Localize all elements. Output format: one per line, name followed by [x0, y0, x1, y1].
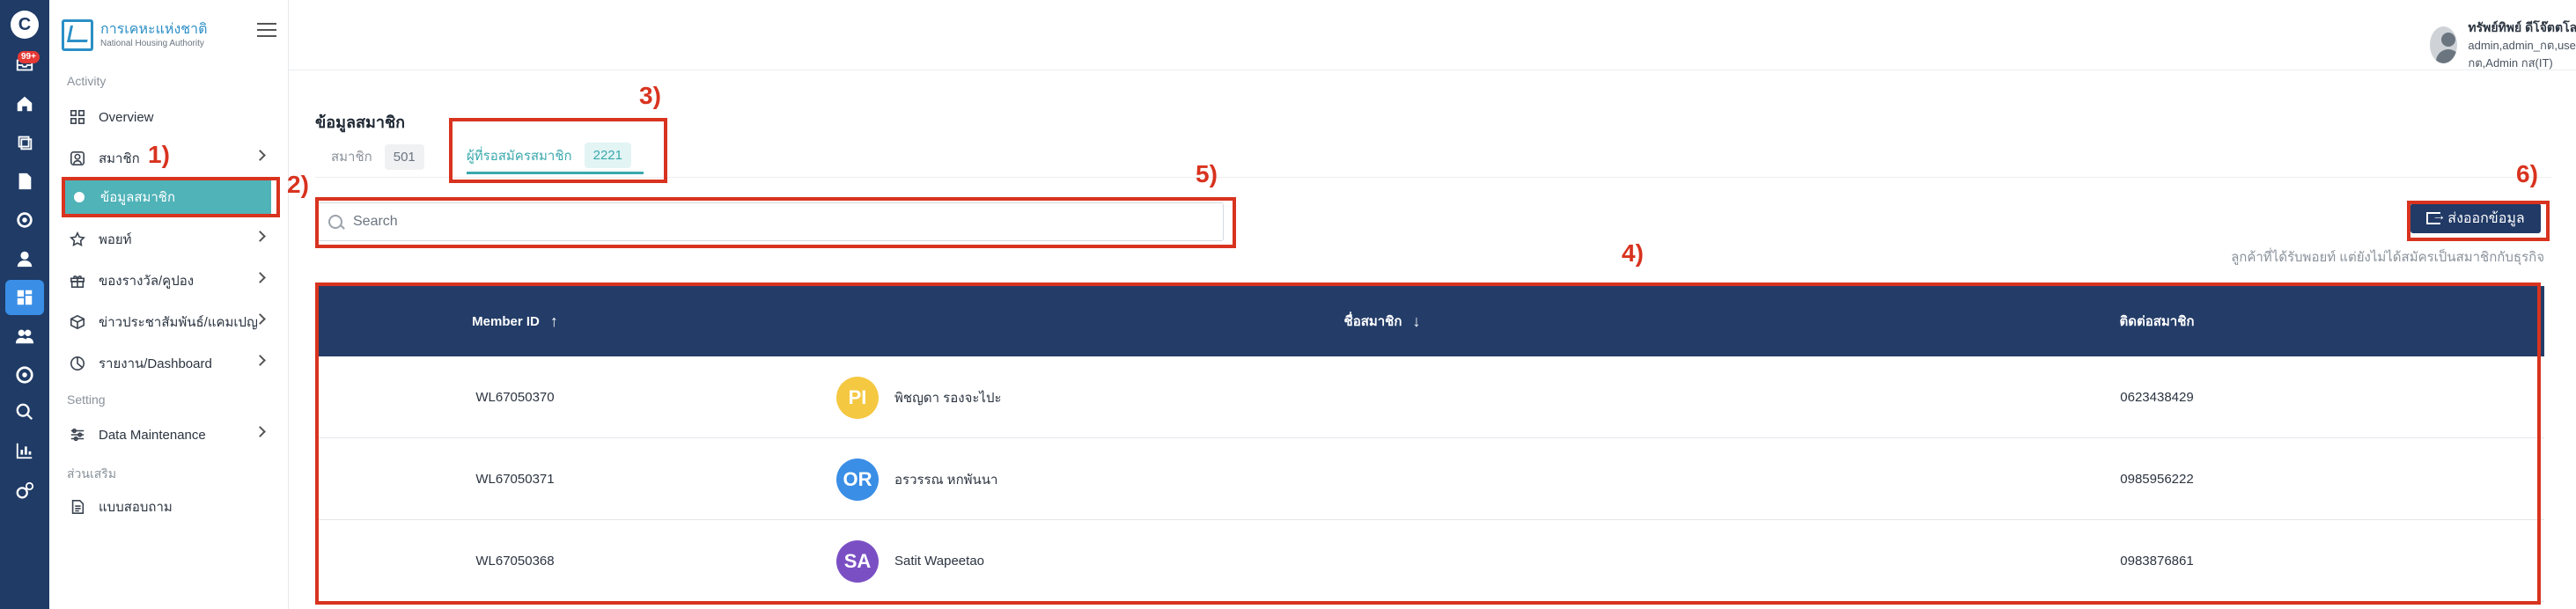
pie-chart-icon: [69, 355, 86, 372]
user-profile[interactable]: ทรัพย์ทิพย์ ดีโจ๊ตตโลก admin,admin_กต,us…: [2430, 18, 2576, 72]
section-activity: Activity: [67, 74, 107, 88]
section-setting: Setting: [67, 393, 106, 407]
section-extra: ส่วนเสริม: [67, 466, 117, 481]
chevron-right-icon: [254, 272, 266, 283]
annotation-box-5: [315, 197, 1236, 248]
page-title: ข้อมูลสมาชิก: [315, 114, 406, 131]
sidebar-item-label: Overview: [99, 109, 154, 125]
star-icon: [69, 231, 86, 248]
sidebar-item-label: พอยท์: [99, 232, 132, 247]
sidebar: การเคหะแห่งชาติ National Housing Authori…: [49, 0, 289, 609]
sidebar-item-news[interactable]: ข่าวประชาสัมพันธ์/แคมเปญ: [65, 304, 273, 340]
tab-count: 501: [384, 143, 424, 170]
annotation-number-4: 4): [1622, 239, 1644, 267]
user-name: ทรัพย์ทิพย์ ดีโจ๊ตตโลก: [2468, 20, 2576, 34]
chevron-right-icon: [254, 355, 266, 366]
nha-logo-icon: [62, 19, 93, 51]
member-card-icon: [69, 150, 86, 167]
sidebar-item-label: ของรางวัล/คูปอง: [99, 274, 195, 289]
sidebar-item-overview[interactable]: Overview: [65, 99, 273, 135]
icon-rail: C 99+: [0, 0, 49, 609]
sidebar-item-reports[interactable]: รายงาน/Dashboard: [65, 346, 273, 381]
grid-icon: [69, 108, 86, 126]
annotation-number-5: 5): [1196, 160, 1218, 187]
sidebar-item-survey[interactable]: แบบสอบถาม: [65, 489, 273, 525]
notification-badge: 99+: [18, 51, 40, 63]
gear-icon[interactable]: [12, 208, 37, 232]
sidebar-item-rewards[interactable]: ของรางวัล/คูปอง: [65, 263, 273, 298]
brand-logo[interactable]: การเคหะแห่งชาติ National Housing Authori…: [62, 19, 207, 51]
settings-icon[interactable]: [12, 363, 37, 387]
survey-document-icon: [69, 498, 86, 516]
tab-label: สมาชิก: [331, 150, 372, 165]
box-icon: [69, 313, 86, 331]
layers-icon[interactable]: [12, 130, 37, 155]
sidebar-item-label: รายงาน/Dashboard: [99, 356, 212, 371]
gift-icon: [69, 272, 86, 290]
chevron-right-icon: [254, 231, 266, 242]
user-icon[interactable]: [12, 246, 37, 271]
note-text: ลูกค้าที่ได้รับพอยท์ แต่ยังไม่ได้สมัครเป…: [2231, 250, 2544, 265]
top-bar: ทรัพย์ทิพย์ ดีโจ๊ตตโลก admin,admin_กต,us…: [289, 0, 2576, 70]
brand-name-th: การเคหะแห่งชาติ: [100, 21, 208, 37]
annotation-box-2: [62, 177, 280, 217]
sliders-icon: [69, 426, 86, 444]
sidebar-item-label: Data Maintenance: [99, 427, 206, 443]
user-roles: admin,admin_กต,user_กต,admin_กส,Admin กต…: [2468, 39, 2576, 70]
avatar[interactable]: [2430, 26, 2458, 63]
cog-icon[interactable]: [12, 479, 37, 503]
home-icon[interactable]: [12, 92, 37, 116]
sidebar-item-points[interactable]: พอยท์: [65, 222, 273, 257]
annotation-number-3: 3): [639, 82, 661, 109]
chevron-right-icon: [254, 426, 266, 437]
annotation-box-4: [315, 282, 2541, 605]
chart-icon[interactable]: [12, 438, 37, 463]
annotation-number-2: 2): [287, 171, 309, 198]
hamburger-menu-icon[interactable]: [257, 23, 276, 37]
sidebar-item-label: แบบสอบถาม: [99, 500, 173, 515]
annotation-number-6: 6): [2516, 160, 2538, 187]
brand-name-en: National Housing Authority: [100, 38, 204, 48]
annotation-number-1: 1): [148, 141, 170, 168]
tab-members[interactable]: สมาชิก 501: [331, 139, 424, 174]
app-logo[interactable]: C: [11, 11, 39, 39]
sidebar-item-label: ข่าวประชาสัมพันธ์/แคมเปญ: [99, 315, 258, 330]
annotation-box-6: [2407, 201, 2550, 241]
search-icon[interactable]: [12, 400, 37, 424]
group-icon[interactable]: [12, 324, 37, 349]
document-icon[interactable]: [12, 169, 37, 194]
dashboard-icon[interactable]: [5, 280, 44, 315]
chevron-right-icon: [254, 150, 266, 161]
annotation-box-3: [449, 118, 667, 183]
sidebar-item-data-maintenance[interactable]: Data Maintenance: [65, 417, 273, 452]
sidebar-item-label: สมาชิก: [99, 151, 140, 166]
